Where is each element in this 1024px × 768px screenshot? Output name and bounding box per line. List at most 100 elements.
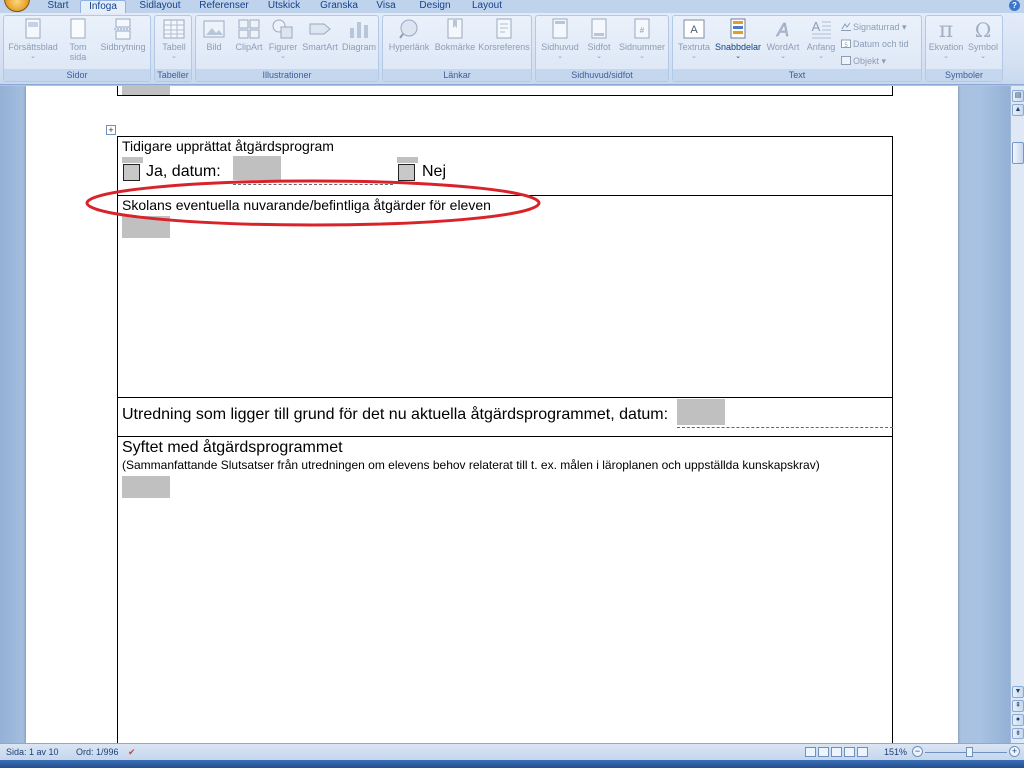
yes-date-underline [233, 184, 393, 185]
select-browse-object-icon[interactable]: ● [1012, 714, 1024, 726]
svg-text:A: A [690, 24, 698, 36]
previous-page-icon[interactable]: ⇞ [1012, 700, 1024, 712]
zoom-slider-thumb[interactable] [966, 747, 973, 757]
sidfot-button[interactable]: Sidfot ⌄ [582, 18, 616, 62]
sidnummer-button[interactable]: # Sidnummer ⌄ [616, 18, 668, 62]
investigation-date-field[interactable] [677, 399, 725, 425]
sidhuvud-button[interactable]: Sidhuvud ⌄ [538, 18, 582, 62]
svg-text:Ω: Ω [975, 18, 992, 40]
group-label-tabeller: Tabeller [155, 69, 191, 81]
symbol-button[interactable]: Ω Symbol ⌄ [964, 18, 1002, 62]
textruta-button[interactable]: A Textruta ⌄ [675, 18, 713, 62]
help-icon[interactable]: ? [1009, 0, 1020, 11]
symbol-label: Symbol [967, 42, 998, 52]
group-sidor: Försättsblad ⌄ Tom sida Sidbrytning Sido… [3, 15, 151, 82]
group-text: A Textruta ⌄ Snabbdelar ⌄ A WordArt ⌄ A … [672, 15, 922, 82]
wordart-button[interactable]: A WordArt ⌄ [763, 18, 803, 62]
outline-view-icon[interactable] [844, 747, 855, 757]
current-measures-field[interactable] [122, 216, 170, 238]
zoom-level[interactable]: 151% [884, 747, 907, 758]
figurer-label: Figurer [268, 42, 298, 52]
page-counter[interactable]: Sida: 1 av 10 [6, 747, 59, 758]
previous-form-field[interactable] [122, 86, 170, 95]
yes-checkbox[interactable] [123, 164, 140, 181]
vertical-scrollbar[interactable]: ▤ ▲ ▼ ⇞ ● ⇟ [1010, 86, 1024, 743]
textruta-label: Textruta [677, 42, 710, 52]
svg-text:A: A [812, 19, 821, 34]
chart-icon [350, 22, 368, 38]
forsattsblad-button[interactable]: Försättsblad ⌄ [6, 18, 60, 62]
korsreferens-button[interactable]: Korsreferens [477, 18, 531, 52]
smartart-button[interactable]: SmartArt [300, 18, 340, 52]
scrollbar-thumb[interactable] [1012, 142, 1024, 164]
row-divider-1 [117, 195, 893, 196]
scroll-up-icon[interactable]: ▲ [1012, 104, 1024, 116]
yes-date-field[interactable] [233, 156, 281, 180]
group-lankar: Hyperlänk Bokmärke Korsreferens Länkar [382, 15, 532, 82]
figurer-button[interactable]: Figurer ⌄ [266, 18, 300, 62]
pi-icon: π [939, 18, 953, 40]
group-symboler: π Ekvation ⌄ Ω Symbol ⌄ Symboler [925, 15, 1003, 82]
sidbrytning-button[interactable]: Sidbrytning [96, 18, 150, 52]
bild-button[interactable]: Bild [198, 18, 230, 52]
objekt-button[interactable]: Objekt ▾ [841, 56, 886, 68]
tab-start[interactable]: Start [40, 0, 76, 13]
tom-sida-label: Tom sida [69, 42, 87, 62]
sidnummer-label: Sidnummer [618, 42, 665, 52]
ekvation-label: Ekvation [928, 42, 964, 52]
tab-utskick[interactable]: Utskick [262, 0, 306, 13]
signaturrad-button[interactable]: Signaturrad ▾ [841, 22, 907, 34]
clipart-label: ClipArt [235, 42, 263, 52]
zoom-out-icon[interactable]: − [912, 746, 923, 757]
bild-label: Bild [206, 42, 222, 52]
smartart-label: SmartArt [302, 42, 338, 52]
hyperlank-button[interactable]: Hyperlänk [385, 18, 433, 52]
tom-sida-button[interactable]: Tom sida [62, 18, 94, 62]
purpose-field[interactable] [122, 476, 170, 498]
tab-design[interactable]: Design [412, 0, 458, 13]
document-page[interactable]: + Tidigare upprättat åtgärdsprogram Ja, … [26, 86, 958, 743]
clipart-button[interactable]: ClipArt [232, 18, 266, 52]
bokmarke-button[interactable]: Bokmärke [433, 18, 477, 52]
table-move-handle-icon[interactable]: + [106, 125, 116, 135]
tab-visa[interactable]: Visa [372, 0, 400, 13]
proofing-icon[interactable]: ✔ [128, 747, 136, 758]
objekt-label: Objekt [853, 56, 880, 66]
group-illustrationer: Bild ClipArt Figurer ⌄ SmartArt Diagram … [195, 15, 379, 82]
ruler-toggle-icon[interactable]: ▤ [1012, 90, 1024, 102]
zoom-in-icon[interactable]: + [1009, 746, 1020, 757]
diagram-button[interactable]: Diagram [340, 18, 378, 52]
windows-taskbar [0, 760, 1024, 768]
smartart-icon [309, 23, 331, 35]
text-box-icon: A [683, 19, 705, 39]
no-checkbox[interactable] [398, 164, 415, 181]
investigation-label: Utredning som ligger till grund för det … [122, 406, 669, 423]
bookmark-icon [447, 18, 463, 39]
calendar-icon: 5 [841, 39, 851, 48]
tab-layout[interactable]: Layout [466, 0, 508, 13]
tab-infoga[interactable]: Infoga [80, 0, 126, 13]
tab-sidlayout[interactable]: Sidlayout [134, 0, 186, 13]
office-button[interactable] [4, 0, 30, 12]
quick-parts-icon [730, 18, 746, 39]
tabell-label: Tabell [162, 42, 186, 52]
next-page-icon[interactable]: ⇟ [1012, 728, 1024, 739]
shapes-icon [272, 19, 293, 39]
svg-text:#: # [640, 26, 645, 35]
group-label-sidhuvud-sidfot: Sidhuvud/sidfot [536, 69, 668, 81]
datum-och-tid-button[interactable]: 5 Datum och tid [841, 39, 909, 51]
draft-view-icon[interactable] [857, 747, 868, 757]
svg-text:A: A [776, 20, 789, 40]
tab-granska[interactable]: Granska [316, 0, 362, 13]
snabbdelar-button[interactable]: Snabbdelar ⌄ [713, 18, 763, 62]
word-counter[interactable]: Ord: 1/996 [76, 747, 119, 758]
tab-referenser[interactable]: Referenser [196, 0, 252, 13]
tabell-button[interactable]: Tabell ⌄ [157, 18, 191, 62]
full-screen-reading-icon[interactable] [818, 747, 829, 757]
ekvation-button[interactable]: π Ekvation ⌄ [928, 18, 964, 62]
print-layout-view-icon[interactable] [805, 747, 816, 757]
group-label-sidor: Sidor [4, 69, 150, 81]
anfang-button[interactable]: A Anfang ⌄ [803, 18, 839, 62]
scroll-down-icon[interactable]: ▼ [1012, 686, 1024, 698]
web-layout-view-icon[interactable] [831, 747, 842, 757]
